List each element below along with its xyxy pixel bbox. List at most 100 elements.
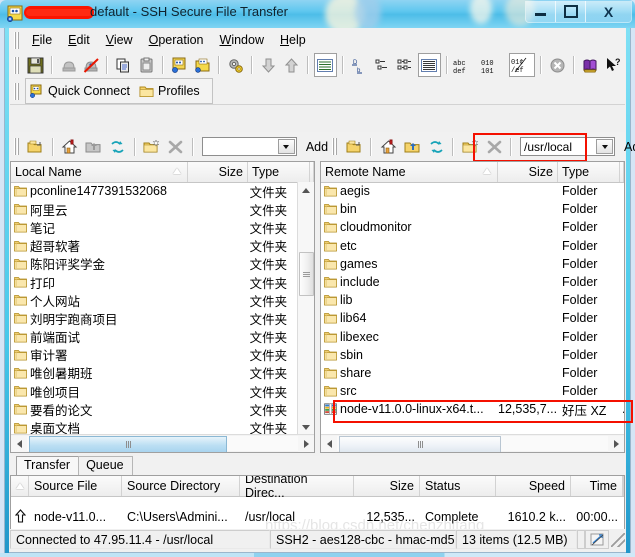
ssh-file-transfer-icon[interactable] (6, 5, 24, 23)
file-row[interactable]: etc Folder (321, 237, 624, 255)
new-file-transfer-icon[interactable] (192, 54, 213, 76)
settings-icon[interactable] (225, 54, 246, 76)
local-file-list[interactable]: pconline1477391532068 文件夹 阿里云 文件夹 笔记 文件夹 超哥软著文… (11, 182, 307, 435)
local-horizontal-scrollbar[interactable] (11, 434, 314, 452)
local-scroll-up-button[interactable] (298, 182, 314, 198)
local-scroll-left-button[interactable] (11, 435, 27, 452)
file-row[interactable]: pconline1477391532068 文件夹 (11, 182, 307, 200)
tab-queue[interactable]: Queue (78, 456, 133, 475)
remote-scroll-left-button[interactable] (321, 435, 337, 452)
help-book-icon[interactable] (580, 54, 601, 76)
menu-file[interactable]: File (24, 31, 60, 49)
file-row[interactable]: 刘明宇跑商项目 文件夹 (11, 309, 307, 327)
file-row[interactable]: sbin Folder (321, 346, 624, 364)
remote-scroll-right-button[interactable] (608, 435, 624, 452)
ascii-transfer-icon[interactable]: abc def (453, 54, 479, 76)
upload-icon[interactable] (281, 54, 302, 76)
window-resize-grip[interactable] (611, 532, 625, 547)
file-row[interactable]: 阿里云 文件夹 (11, 200, 307, 218)
transfer-col-speed[interactable]: Speed (496, 476, 571, 496)
local-hscroll-thumb[interactable] (29, 436, 227, 452)
remote-refresh-icon[interactable] (425, 136, 447, 158)
small-icons-icon[interactable] (372, 54, 393, 76)
new-terminal-icon[interactable] (169, 54, 190, 76)
paste-icon[interactable] (136, 54, 157, 76)
toolbar-drag-handle[interactable] (13, 56, 20, 74)
local-col-name[interactable]: Local Name (11, 162, 188, 182)
local-up-one-level-icon[interactable] (25, 136, 47, 158)
local-path-drag-handle[interactable] (13, 138, 20, 155)
local-col-type[interactable]: Type (248, 162, 310, 182)
local-go-to-folder-icon[interactable] (83, 136, 105, 158)
local-scroll-down-button[interactable] (298, 419, 314, 435)
file-row[interactable]: lib Folder (321, 291, 624, 309)
transfer-col-time[interactable]: Time (571, 476, 623, 496)
details-view-icon[interactable] (313, 53, 337, 77)
local-path-dropdown-button[interactable] (277, 139, 295, 154)
menu-drag-handle[interactable] (13, 31, 20, 49)
local-home-folder-icon[interactable] (59, 136, 81, 158)
download-icon[interactable] (258, 54, 279, 76)
local-new-folder-icon[interactable] (141, 136, 163, 158)
remote-col-size[interactable]: Size (498, 162, 558, 182)
transfer-col-source-file[interactable]: Source File (29, 476, 122, 496)
local-col-size[interactable]: Size (188, 162, 248, 182)
file-row[interactable]: 唯创项目 文件夹 (11, 382, 307, 400)
minimize-button[interactable] (526, 1, 556, 22)
save-icon[interactable] (25, 54, 46, 76)
menu-edit[interactable]: Edit (60, 31, 98, 49)
file-row[interactable]: share Folder (321, 364, 624, 382)
disconnect-icon[interactable] (81, 54, 102, 76)
quickbar-drag-handle[interactable] (13, 82, 20, 100)
transfer-col-destination-directory[interactable]: Destination Direc... (240, 476, 354, 500)
file-row[interactable]: 唯创暑期班 文件夹 (11, 364, 307, 382)
local-scroll-thumb[interactable] (299, 252, 314, 296)
remote-go-to-folder-icon[interactable] (401, 136, 423, 158)
auto-transfer-icon[interactable]: 01¢ /ef (508, 53, 536, 77)
copy-icon[interactable] (113, 54, 134, 76)
remote-col-name[interactable]: Remote Name (321, 162, 498, 182)
tab-transfer[interactable]: Transfer (16, 456, 80, 475)
file-row[interactable]: node-v11.0.0-linux-x64.t... 12,535,7... 好压… (321, 400, 624, 419)
file-row[interactable]: 陈阳评奖学金 文件夹 (11, 255, 307, 273)
local-scroll-right-button[interactable] (298, 435, 314, 452)
file-row[interactable]: 打印 文件夹 (11, 273, 307, 291)
transfer-col-source-directory[interactable]: Source Directory (122, 476, 240, 496)
file-row[interactable]: cloudmonitor Folder (321, 218, 624, 236)
sort-ascending-icon[interactable]: D b (349, 54, 370, 76)
detail-list-icon[interactable] (395, 54, 416, 76)
remote-add-button[interactable]: Add (624, 140, 635, 154)
remote-new-folder-icon[interactable] (459, 136, 481, 158)
file-row[interactable]: libexec Folder (321, 328, 624, 346)
remote-hscroll-track[interactable] (337, 436, 608, 452)
file-row[interactable]: 笔记 文件夹 (11, 218, 307, 236)
local-hscroll-track[interactable] (27, 436, 298, 452)
binary-transfer-icon[interactable]: 010 101 (481, 54, 507, 76)
file-row[interactable]: 要看的论文 文件夹 (11, 400, 307, 418)
file-row[interactable]: 桌面文档 文件夹 (11, 418, 307, 435)
file-row[interactable]: 审计署 文件夹 (11, 346, 307, 364)
remote-up-one-level-icon[interactable] (343, 136, 365, 158)
file-row[interactable]: src Folder (321, 382, 624, 400)
remote-delete-icon[interactable] (483, 136, 505, 158)
file-row[interactable]: bin Folder (321, 200, 624, 218)
file-row[interactable]: include Folder (321, 273, 624, 291)
transfer-col-sort[interactable] (11, 476, 29, 496)
local-add-button[interactable]: Add (306, 140, 328, 154)
menu-help[interactable]: Help (272, 31, 314, 49)
context-help-icon[interactable]: ? (603, 54, 624, 76)
remote-horizontal-scrollbar[interactable] (321, 434, 624, 452)
transfer-col-status[interactable]: Status (420, 476, 496, 496)
stop-icon[interactable] (547, 54, 568, 76)
menu-operation[interactable]: Operation (141, 31, 212, 49)
remote-path-drag-handle[interactable] (331, 138, 338, 155)
profiles-button[interactable]: Profiles (136, 84, 206, 98)
transfer-row[interactable]: node-v11.0... C:\Users\Admini... /usr/lo… (11, 505, 624, 529)
quick-connect-button[interactable]: Quick Connect (26, 84, 136, 99)
close-button[interactable]: X (586, 1, 631, 22)
menu-view[interactable]: View (98, 31, 141, 49)
remote-hscroll-thumb[interactable] (339, 436, 501, 452)
file-row[interactable]: games Folder (321, 255, 624, 273)
local-path-combo[interactable] (201, 137, 297, 156)
transfer-col-size[interactable]: Size (354, 476, 420, 496)
